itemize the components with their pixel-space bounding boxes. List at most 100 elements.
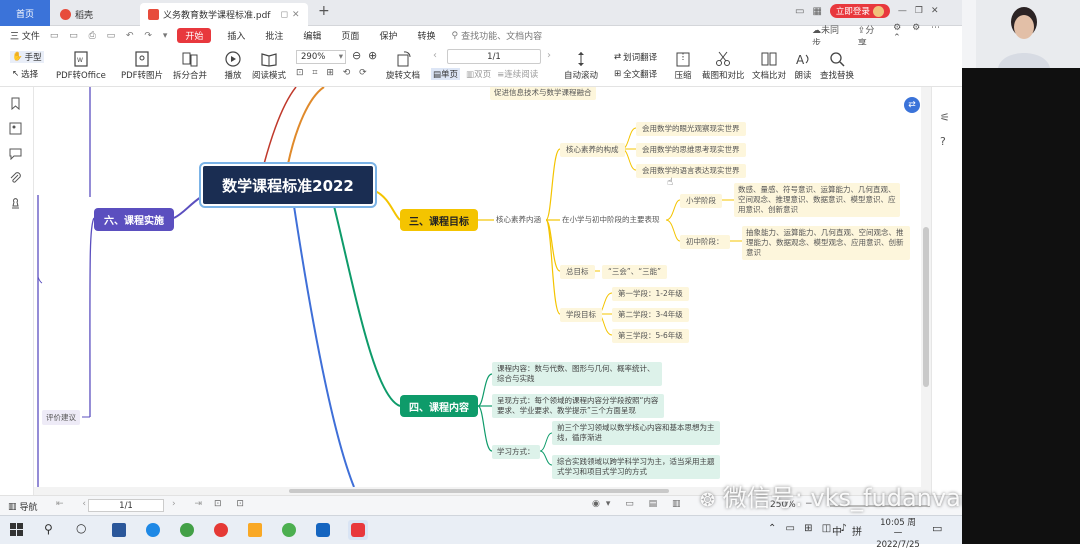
node-primary[interactable]: 小学阶段 bbox=[680, 194, 722, 208]
menu-page[interactable]: 页面 bbox=[331, 29, 369, 42]
clock[interactable]: 10:05 周一 2022/7/25 bbox=[876, 518, 920, 551]
tab-home[interactable]: 首页 bbox=[0, 0, 50, 26]
compress-button[interactable]: 压缩 bbox=[674, 51, 692, 81]
attachment-icon[interactable] bbox=[9, 172, 22, 188]
menu-start[interactable]: 开始 bbox=[177, 28, 212, 43]
taskbar-search-icon[interactable]: ⚲ bbox=[44, 522, 53, 536]
windows-start-icon[interactable] bbox=[10, 523, 23, 539]
comment-icon[interactable] bbox=[9, 147, 22, 163]
quick-access-icons[interactable]: ▭ ▭ ⎙ ▭ ↶ ↷ ▾ bbox=[50, 31, 171, 41]
menu-annotate[interactable]: 批注 bbox=[255, 29, 293, 42]
vertical-scroll-thumb[interactable] bbox=[923, 227, 929, 387]
bookmark-icon[interactable] bbox=[9, 97, 22, 113]
node-stage-3[interactable]: 第三学段：5-6年级 bbox=[612, 329, 689, 343]
notification-icon[interactable]: ▭ bbox=[932, 522, 942, 535]
status-page-input[interactable]: 1/1 bbox=[88, 499, 164, 512]
pdf-to-office-button[interactable]: W PDF转Office bbox=[56, 51, 106, 81]
node-learn-1[interactable]: 前三个学习领域以数学核心内容和基本思想为主线，循序渐进 bbox=[552, 421, 720, 445]
layout-icon[interactable]: ▭ bbox=[795, 6, 804, 17]
node-stage-performance[interactable]: 在小学与初中阶段的主要表现 bbox=[562, 215, 660, 225]
node-stage-2[interactable]: 第二学段：3-4年级 bbox=[612, 308, 689, 322]
task-view-icon[interactable]: ○ bbox=[76, 521, 86, 535]
close-tab-icon[interactable]: ✕ bbox=[292, 10, 300, 20]
next-page-icon[interactable]: › bbox=[547, 50, 551, 61]
ime-indicator[interactable]: 中 bbox=[832, 523, 842, 538]
pin-icon[interactable]: ◻ bbox=[280, 10, 287, 20]
restore-icon[interactable]: ❐ bbox=[915, 6, 923, 16]
node-total-goal-text[interactable]: “三会”、“三能” bbox=[602, 265, 668, 279]
zoom-select[interactable]: 290% ▾ bbox=[296, 50, 346, 64]
zoom-in-icon[interactable]: ⊕ bbox=[368, 49, 377, 62]
select-tool[interactable]: ↖ 选择 bbox=[12, 68, 38, 80]
prev-page-icon[interactable]: ‹ bbox=[433, 50, 437, 61]
login-button[interactable]: 立即登录 bbox=[829, 4, 890, 18]
float-tool-icon[interactable]: ⇄ bbox=[904, 97, 920, 113]
node-sec3[interactable]: 三、课程目标 bbox=[400, 209, 478, 231]
tab-draft[interactable]: 稻壳 bbox=[52, 3, 138, 26]
menu-edit[interactable]: 编辑 bbox=[293, 29, 331, 42]
read-mode-button[interactable]: 阅读模式 bbox=[252, 51, 286, 81]
back-forward-icons[interactable]: ⊡ ⊡ bbox=[214, 499, 250, 509]
node-presentation[interactable]: 呈现方式：每个领域的课程内容分学段按照“内容要求、学业要求、教学提示”三个方面呈… bbox=[492, 394, 664, 418]
screenshot-compare-button[interactable]: 截图和对比 bbox=[702, 51, 745, 81]
node-course-content[interactable]: 课程内容：数与代数、图形与几何、概率统计、综合与实践 bbox=[492, 362, 662, 386]
play-button[interactable]: 播放 bbox=[224, 51, 242, 81]
tab-document[interactable]: 义务教育数学课程标准.pdf ◻ ✕ bbox=[140, 3, 308, 26]
sliders-icon[interactable]: ⚟ bbox=[940, 111, 950, 124]
node-comp-3[interactable]: 会用数学的语言表达现实世界 bbox=[636, 164, 746, 178]
explorer-app-icon[interactable] bbox=[248, 523, 262, 537]
node-comp-1[interactable]: 会用数学的眼光观察现实世界 bbox=[636, 122, 746, 136]
hand-tool[interactable]: ✋ 手型 bbox=[10, 51, 44, 63]
node-learn-2[interactable]: 综合实践领域以跨学科学习为主，适当采用主题式学习和项目式学习的方式 bbox=[552, 455, 720, 479]
node-primary-text[interactable]: 数感、量感、符号意识、运算能力、几何直观、空间观念、推理意识、数据意识、模型意识… bbox=[734, 183, 900, 217]
menu-convert[interactable]: 转换 bbox=[407, 29, 445, 42]
node-middle[interactable]: 初中阶段： bbox=[680, 235, 730, 249]
document-compare-button[interactable]: 文档比对 bbox=[752, 51, 786, 81]
search-box[interactable]: ⚲ 查找功能、文档内容 bbox=[451, 29, 542, 43]
fit-tools[interactable]: ⊡ ⌗ ⊞ ⟲ ⟳ bbox=[296, 68, 370, 78]
node-comp-2[interactable]: 会用数学的思维思考现实世界 bbox=[636, 143, 746, 157]
vertical-scrollbar[interactable] bbox=[921, 87, 931, 495]
zoom-out-icon[interactable]: ⊖ bbox=[352, 49, 361, 62]
minimize-icon[interactable]: — bbox=[898, 6, 907, 16]
continuous-button[interactable]: ≡连续阅读 bbox=[497, 68, 538, 80]
translate-full-button[interactable]: ⊞ 全文翻译 bbox=[614, 68, 657, 80]
split-merge-button[interactable]: 拆分合并 bbox=[173, 51, 207, 81]
double-page-button[interactable]: ▥双页 bbox=[466, 68, 491, 80]
wechat-app-icon[interactable] bbox=[282, 523, 296, 537]
read-aloud-button[interactable]: A 朗读 bbox=[794, 51, 812, 81]
stamp-icon[interactable] bbox=[9, 197, 22, 213]
node-total-goal[interactable]: 总目标 bbox=[560, 265, 595, 279]
grid-icon[interactable]: ▦ bbox=[812, 6, 821, 17]
wps-app-icon[interactable] bbox=[348, 520, 368, 540]
close-window-icon[interactable]: ✕ bbox=[931, 6, 939, 16]
view-icons[interactable]: ◉▾ ▭ ▤ ▥ bbox=[592, 499, 686, 509]
node-composition[interactable]: 核心素养的构成 bbox=[560, 143, 625, 157]
node-eval[interactable]: 评价建议 bbox=[42, 410, 80, 425]
node-core-meaning[interactable]: 核心素养内涵 bbox=[496, 215, 541, 225]
node-middle-text[interactable]: 抽象能力、运算能力、几何直观、空间观念、推理能力、数据观念、模型观念、应用意识、… bbox=[742, 226, 910, 260]
node-stage-goal[interactable]: 学段目标 bbox=[560, 308, 602, 322]
new-tab-icon[interactable]: + bbox=[318, 3, 330, 19]
menu-insert[interactable]: 插入 bbox=[217, 29, 255, 42]
auto-scroll-button[interactable]: 自动滚动 bbox=[564, 51, 598, 81]
nav-toggle[interactable]: ▥ 导航 bbox=[8, 500, 38, 514]
mindmap-center-node[interactable]: 数学课程标准2022 bbox=[199, 162, 377, 208]
ie-app-icon[interactable] bbox=[180, 523, 194, 537]
menu-protect[interactable]: 保护 bbox=[369, 29, 407, 42]
word-app-icon[interactable] bbox=[112, 523, 126, 537]
pdf-to-image-button[interactable]: PDF转图片 bbox=[121, 51, 163, 81]
node-sec6[interactable]: 六、课程实施 bbox=[94, 208, 174, 231]
document-canvas[interactable]: 促进信息技术与数学课程融合 六、课程实施 评价建议 数学课程标准2022 三、课… bbox=[34, 87, 921, 487]
file-menu[interactable]: 三 文件 bbox=[0, 29, 50, 42]
find-replace-button[interactable]: 查找替换 bbox=[820, 51, 854, 81]
node-info-tech[interactable]: 促进信息技术与数学课程融合 bbox=[490, 87, 596, 100]
node-learning-method[interactable]: 学习方式： bbox=[492, 445, 540, 459]
node-stage-1[interactable]: 第一学段：1-2年级 bbox=[612, 287, 689, 301]
ime-mode[interactable]: 拼 bbox=[852, 523, 862, 538]
thumbnail-icon[interactable] bbox=[9, 122, 22, 138]
page-input[interactable]: 1/1 bbox=[447, 49, 541, 64]
page-nav-right[interactable]: › ⇥ bbox=[172, 499, 210, 509]
single-page-button[interactable]: ▤单页 bbox=[431, 68, 461, 80]
edge-app-icon[interactable] bbox=[146, 523, 160, 537]
